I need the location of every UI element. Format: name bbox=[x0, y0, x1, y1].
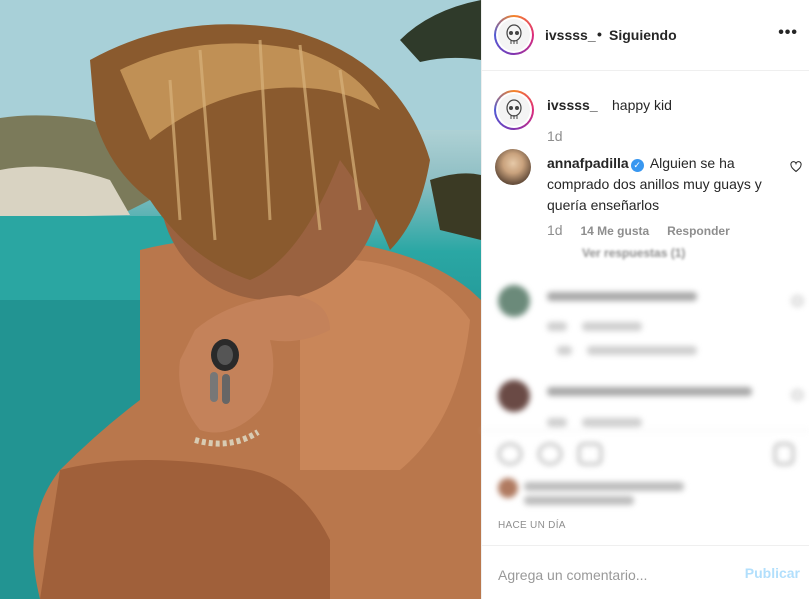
like-icon[interactable] bbox=[498, 443, 522, 465]
blurred-line bbox=[547, 418, 567, 427]
skull-icon bbox=[506, 99, 522, 119]
verified-badge-icon: ✓ bbox=[630, 159, 644, 172]
comment-icon[interactable] bbox=[538, 443, 562, 465]
like-heart-icon[interactable] bbox=[790, 161, 802, 173]
blurred-avatar bbox=[498, 380, 530, 412]
author-username[interactable]: ivssss_ bbox=[545, 27, 596, 43]
view-replies-button[interactable]: Ver respuestas (1) bbox=[582, 246, 685, 260]
more-options-icon[interactable]: ••• bbox=[778, 24, 798, 42]
caption-avatar[interactable] bbox=[494, 90, 534, 130]
comment-input[interactable] bbox=[498, 565, 728, 585]
author-avatar[interactable] bbox=[494, 15, 534, 55]
separator-dot: • bbox=[597, 26, 602, 42]
skull-icon bbox=[506, 24, 522, 44]
reply-button[interactable]: Responder bbox=[667, 224, 730, 238]
blurred-line bbox=[587, 346, 697, 355]
blurred-line bbox=[524, 496, 634, 505]
blurred-line bbox=[547, 387, 752, 396]
blurred-heart-icon bbox=[792, 390, 803, 400]
comment-time[interactable]: 1d bbox=[547, 222, 563, 238]
action-bar bbox=[482, 430, 809, 465]
blurred-line bbox=[547, 292, 697, 301]
comment-likes[interactable]: 14 Me gusta bbox=[580, 224, 649, 238]
blurred-line bbox=[547, 322, 567, 331]
caption-username[interactable]: ivssss_ bbox=[547, 97, 598, 113]
caption-text: happy kid bbox=[612, 97, 672, 113]
publish-button[interactable]: Publicar bbox=[745, 565, 800, 581]
blurred-avatar bbox=[498, 285, 530, 317]
commenter-avatar[interactable] bbox=[495, 149, 531, 185]
blurred-heart-icon bbox=[792, 296, 803, 306]
follow-status-button[interactable]: Siguiendo bbox=[609, 27, 677, 43]
commenter-username[interactable]: annafpadilla bbox=[547, 155, 629, 171]
blurred-line bbox=[557, 346, 572, 355]
comment-meta: 1d 14 Me gusta Responder bbox=[547, 222, 730, 238]
save-icon[interactable] bbox=[774, 443, 794, 465]
share-icon[interactable] bbox=[578, 443, 602, 465]
blurred-avatar bbox=[498, 478, 518, 498]
post-photo[interactable] bbox=[0, 0, 481, 599]
blurred-line bbox=[524, 482, 684, 491]
comment-composer: Publicar bbox=[482, 545, 809, 599]
blurred-line bbox=[582, 322, 642, 331]
caption-time[interactable]: 1d bbox=[547, 128, 563, 144]
post-header: ivssss_ • Siguiendo ••• bbox=[482, 0, 809, 71]
post-date[interactable]: HACE UN DÍA bbox=[498, 520, 566, 531]
photo-illustration bbox=[0, 0, 481, 599]
blurred-line bbox=[582, 418, 642, 427]
post-panel: ivssss_ • Siguiendo ••• ivssss_ happy ki… bbox=[481, 0, 809, 599]
